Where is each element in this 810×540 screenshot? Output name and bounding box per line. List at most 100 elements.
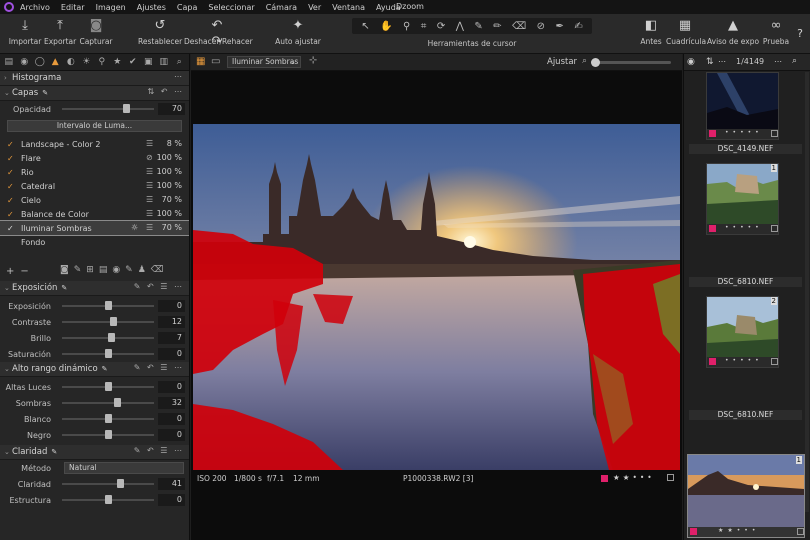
more-icon[interactable]: ⋯ [174,72,184,81]
zoom-slider[interactable] [591,58,671,67]
auto-adjust-button[interactable]: ✦ Auto ajustar [274,18,322,46]
search-tab-icon[interactable]: ⌕ [174,56,186,69]
add-layer-icon[interactable]: ⊹ [309,55,317,66]
shadows-slider[interactable] [62,402,154,404]
slider-knob[interactable] [113,398,121,407]
pointer-tool-icon[interactable]: ↖ [361,21,369,32]
layer-check-icon[interactable]: ✓ [7,154,17,163]
pen-tool-icon[interactable]: ✒ [555,21,563,32]
slider-value[interactable]: 12 [158,316,185,328]
menu-seleccionar[interactable]: Seleccionar [208,3,254,12]
section-actions-icon[interactable]: ✎ ↶ ☰ ⋯ [134,282,184,291]
layer-item[interactable]: ✓ Rio ☰ 100 % [0,165,189,179]
star-rating[interactable]: ••••• [725,357,763,364]
select-checkbox[interactable] [771,358,778,365]
layer-check-icon[interactable]: ✓ [7,196,17,205]
clarity-slider[interactable] [62,483,154,485]
layer-item[interactable]: ✓ Cielo ☰ 70 % [0,193,189,207]
mask-tools-icons[interactable]: ◙✎⊞▤◉✎♟⌫ [60,265,169,275]
browser-scrollbar[interactable] [805,72,809,512]
export-button[interactable]: ⤒ Exportar [44,18,76,46]
layer-item-selected[interactable]: ✓ Iluminar Sombras ☼ ☰ 70 % [0,220,189,236]
details-tab-icon[interactable]: ⚲ [96,56,108,69]
crop-tool-icon[interactable]: ⌗ [421,21,427,32]
layer-item[interactable]: ✓ Catedral ☰ 100 % [0,179,189,193]
slider-knob[interactable] [104,414,112,423]
capture-button[interactable]: ◙ Capturar [79,18,113,46]
rotate-tool-icon[interactable]: ⟳ [437,21,445,32]
menu-ajustes[interactable]: Ajustes [137,3,166,12]
slider-value[interactable]: 0 [158,494,185,506]
sort-menu-icon[interactable]: ⋯ [718,57,726,66]
keystone-tool-icon[interactable]: ⋀ [456,21,464,32]
slider-knob[interactable] [104,495,112,504]
slider-value[interactable]: 0 [158,348,185,360]
lens-tab-icon[interactable]: ◯ [34,56,46,69]
menu-ver[interactable]: Ver [308,3,321,12]
library-tab-icon[interactable]: ▤ [3,56,15,69]
slider-value[interactable]: 7 [158,332,185,344]
thumbnail-1[interactable]: ••••• [706,72,779,140]
pan-tool-icon[interactable]: ✋ [380,21,392,32]
sort-icon[interactable]: ⇅ [706,57,714,67]
capture-tab-icon[interactable]: ◉ [19,56,31,69]
layer-check-icon[interactable]: ✓ [7,224,17,233]
section-actions-icon[interactable]: ✎ ↶ ☰ ⋯ [134,363,184,372]
slider-value[interactable]: 0 [158,429,185,441]
color-tab-icon[interactable]: ◐ [65,56,77,69]
slider-knob[interactable] [117,479,125,488]
star-rating[interactable]: ••••• [725,224,763,231]
select-checkbox[interactable] [667,474,674,481]
annotate-tool-icon[interactable]: ✍ [574,21,582,32]
slider-knob[interactable] [104,349,112,358]
slider-knob[interactable] [108,333,116,342]
menu-camara[interactable]: Cámara [266,3,297,12]
select-checkbox[interactable] [797,528,804,535]
exposure-tab-icon[interactable]: ☀ [81,56,93,69]
menu-archivo[interactable]: Archivo [20,3,50,12]
color-label-badge[interactable] [690,528,697,535]
star-rating[interactable]: ★★••• [718,527,759,534]
output-tab-icon[interactable]: ✔ [127,56,139,69]
eye-icon[interactable]: ◉ [687,57,695,67]
layers-header[interactable]: ⌄ Capas ✎ ⇅ ↶ ⋯ [0,86,189,101]
layer-check-icon[interactable]: ✓ [7,182,17,191]
brush-tool-icon[interactable]: ✏ [493,21,501,32]
opacity-value[interactable]: 70 [158,103,185,115]
slider-knob[interactable] [104,430,112,439]
contrast-slider[interactable] [62,321,154,323]
slider-knob[interactable] [104,301,112,310]
add-layer-icon[interactable]: + [6,266,14,277]
slider-knob[interactable] [104,382,112,391]
section-actions-icon[interactable]: ✎ ↶ ☰ ⋯ [134,446,184,455]
search-icon[interactable]: ⌕ [792,56,797,66]
opacity-slider[interactable] [62,108,154,110]
layer-item[interactable]: ✓ Flare ⊘ 100 % [0,151,189,165]
layer-check-icon[interactable]: ✓ [7,210,17,219]
slider-value[interactable]: 32 [158,397,185,409]
color-label-badge[interactable] [709,130,716,137]
menu-imagen[interactable]: Imagen [96,3,126,12]
fit-label[interactable]: Ajustar [547,57,577,67]
layer-item[interactable]: ✓ Balance de Color ☰ 100 % [0,207,189,221]
metadata-tab-icon[interactable]: ★ [112,56,124,69]
zoom-tool-icon[interactable]: ⚲ [403,21,410,32]
slider-value[interactable]: 0 [158,381,185,393]
color-label-badge[interactable] [709,225,716,232]
histogram-header[interactable]: › Histograma ⋯ [0,71,189,86]
layer-check-icon[interactable]: ✓ [7,168,17,177]
slider-knob[interactable] [110,317,118,326]
eraser-tool-icon[interactable]: ⌫ [512,21,526,32]
reset-button[interactable]: ↺ Restablecer [138,18,182,46]
undo-redo-button[interactable]: ↶ ↷ Deshacer/Rehacer [184,18,253,49]
opacity-knob[interactable] [122,104,130,113]
more-icon[interactable]: ⋯ [774,57,782,66]
layer-check-icon[interactable]: ✓ [7,140,17,149]
star-rating[interactable]: ••••• [725,129,763,136]
slider-value[interactable]: 0 [158,300,185,312]
adjust-tab-icon[interactable]: ▣ [143,56,155,69]
batch-tab-icon[interactable]: ▥ [158,56,170,69]
select-checkbox[interactable] [771,225,778,232]
thumbnail-2[interactable]: 1 ••••• [706,163,779,235]
help-button[interactable]: ? [792,26,808,45]
